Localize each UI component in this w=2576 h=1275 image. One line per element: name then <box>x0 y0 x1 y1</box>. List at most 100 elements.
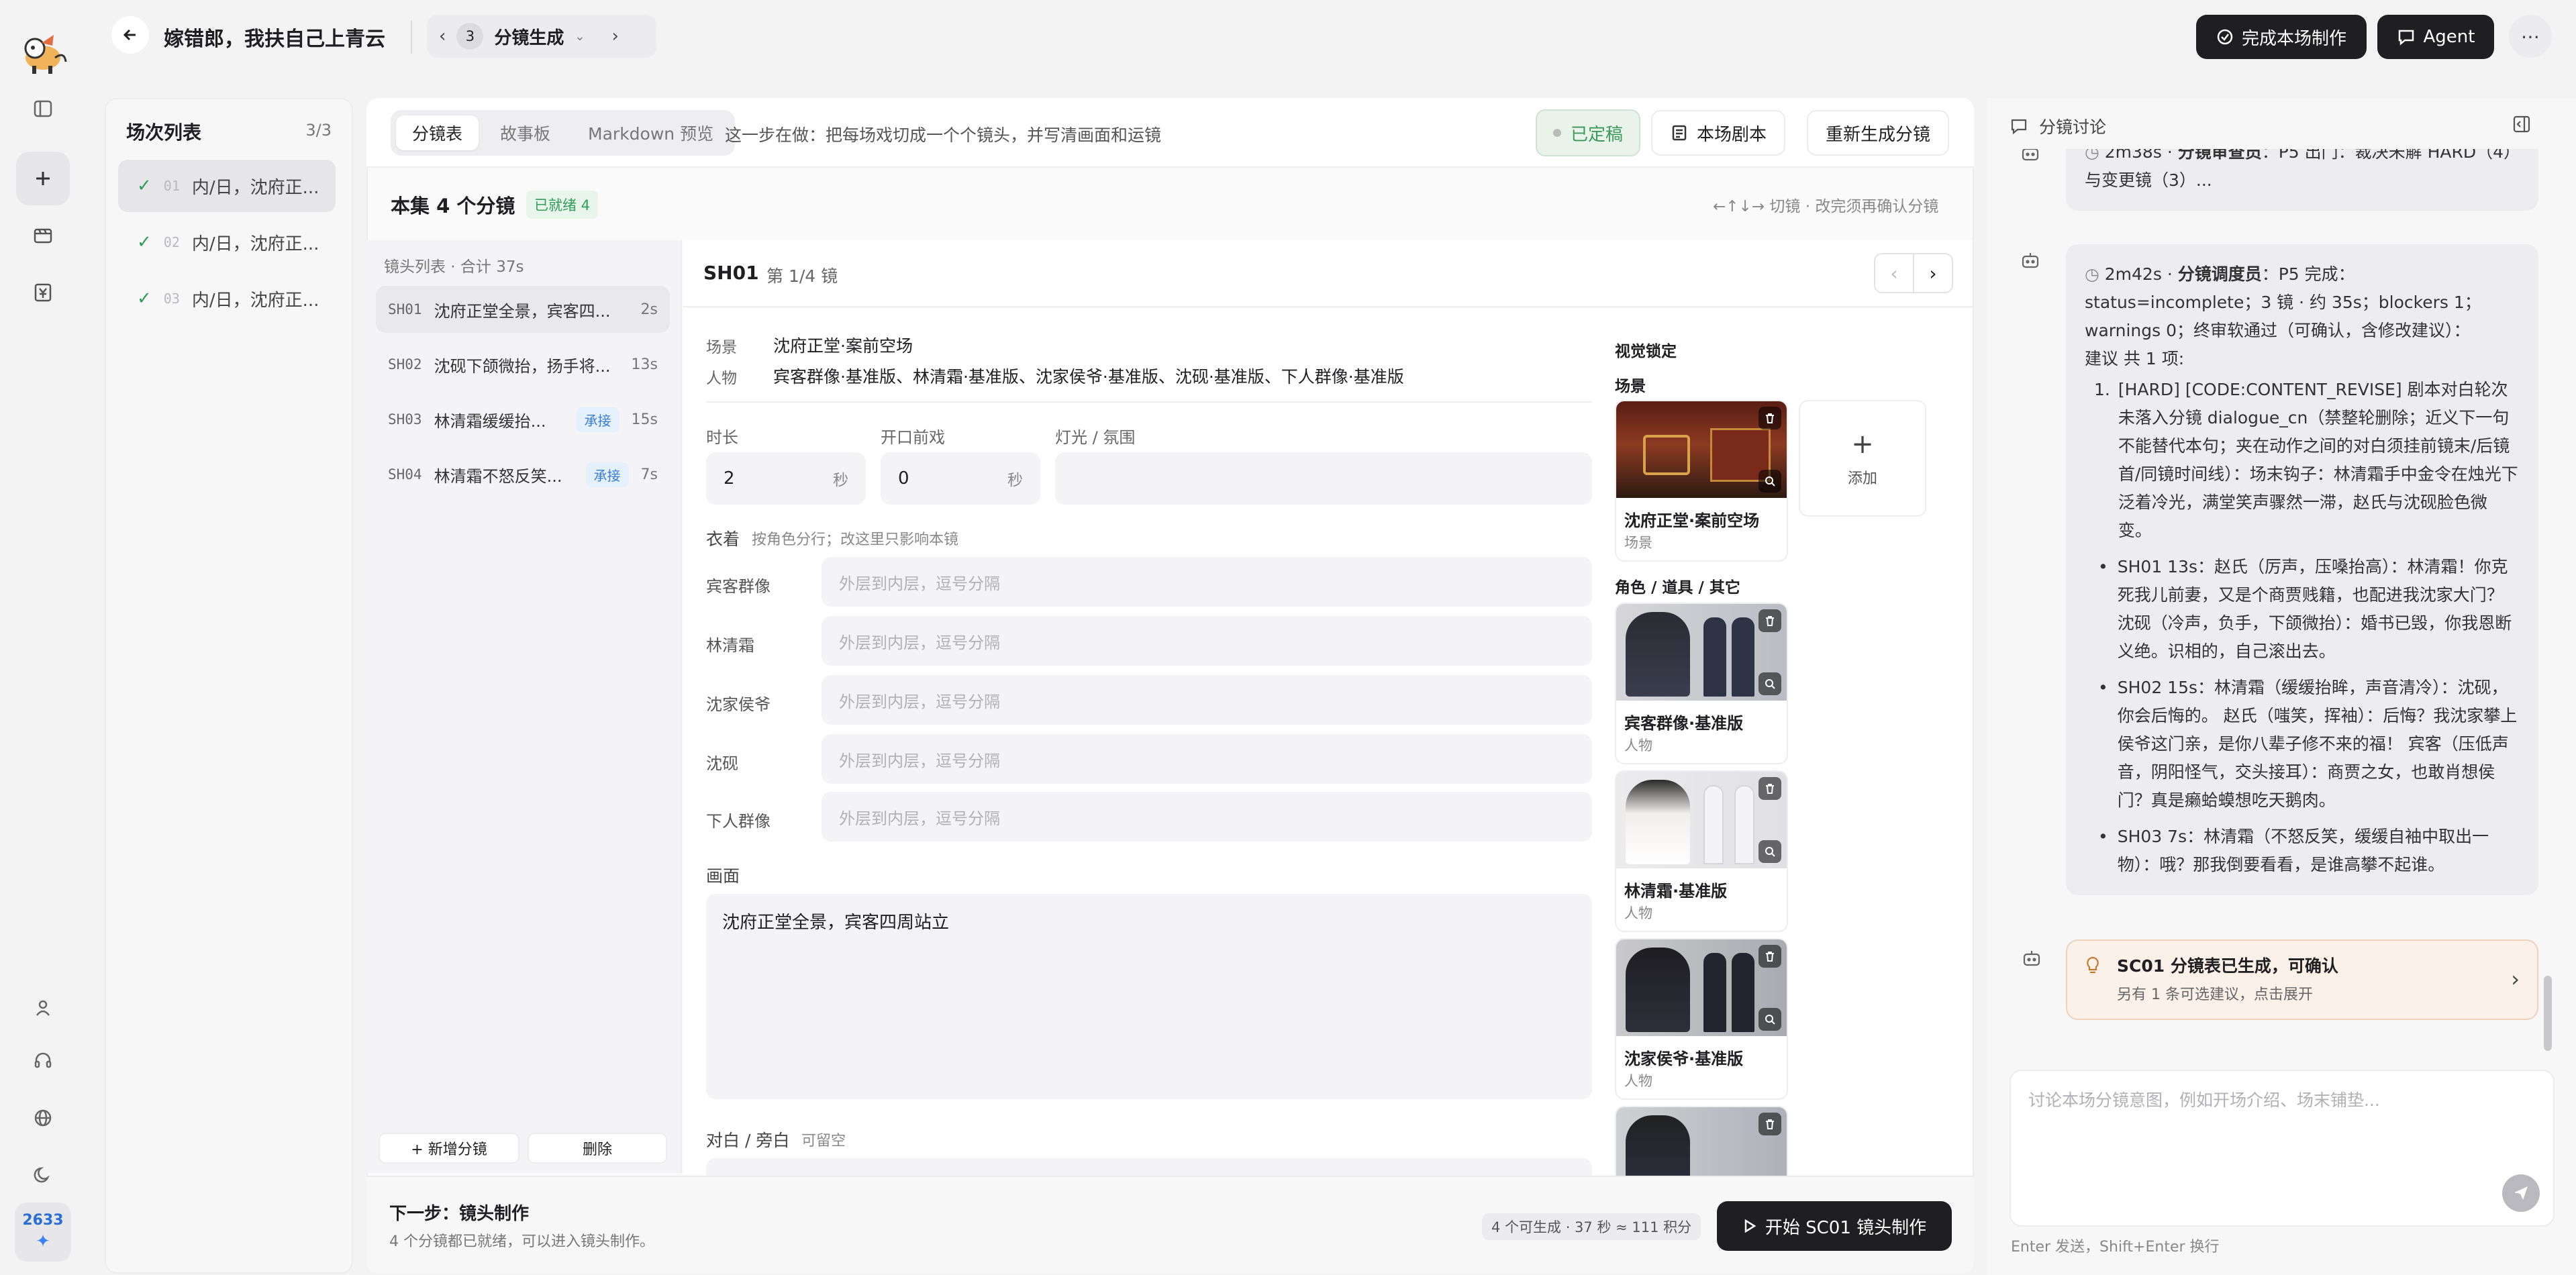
shot-item-sh03[interactable]: SH03 林清霜缓缓抬... 承接 15s <box>376 396 670 443</box>
step-switcher[interactable]: ‹ 3 分镜生成 ⌄ › <box>427 15 656 58</box>
zoom-icon[interactable] <box>1758 840 1781 863</box>
trash-icon[interactable] <box>1758 945 1781 968</box>
chevron-right-icon: › <box>2511 966 2520 992</box>
sidebar-toggle-icon[interactable] <box>16 82 70 136</box>
frame-textarea[interactable]: 沈府正堂全景，宾客四周站立 <box>706 894 1592 1099</box>
projects-icon[interactable] <box>16 208 70 262</box>
scene-list-title: 场次列表 <box>126 121 202 144</box>
user-icon[interactable] <box>16 981 70 1035</box>
check-circle-icon <box>2217 29 2233 45</box>
asset-card-guests[interactable]: 宾客群像·基准版 人物 <box>1615 603 1788 764</box>
back-button[interactable] <box>111 16 149 54</box>
next-step-icon[interactable]: › <box>612 26 619 46</box>
prev-shot-icon[interactable]: ‹ <box>1875 254 1914 292</box>
dark-mode-moon-icon[interactable] <box>16 1148 70 1201</box>
wardrobe-hint: 按角色分行；改这里只影响本镜 <box>752 531 959 548</box>
check-icon: ✓ <box>137 289 152 309</box>
divider <box>411 20 412 54</box>
suggestion-item: 1. [HARD] [CODE:CONTENT_REVISE] 剧本对白轮次未落入… <box>2094 380 2518 540</box>
script-icon <box>1672 125 1687 141</box>
asset-card-partial[interactable] <box>1615 1106 1788 1178</box>
scene-script-label: 本场剧本 <box>1697 124 1767 145</box>
duration-input[interactable]: 2 秒 <box>706 452 866 505</box>
scene-ready-notice[interactable]: SC01 分镜表已生成，可确认 另有 1 条可选建议，点击展开 › <box>2066 939 2538 1020</box>
chat-input-box[interactable]: 讨论本场分镜意图，例如开场介绍、场末铺垫... <box>2010 1070 2555 1227</box>
sparkle-icon: ✦ <box>36 1231 50 1252</box>
language-globe-icon[interactable] <box>16 1091 70 1145</box>
scene-field-value: 沈府正堂·案前空场 <box>773 336 913 356</box>
shot-item-sh04[interactable]: SH04 林清霜不怒反笑... 承接 7s <box>376 451 670 498</box>
shots-summary-title: 本集 4 个分镜 <box>391 195 515 217</box>
scene-item-03[interactable]: ✓ 03 内/日，沈府正... <box>118 272 336 325</box>
scene-script-button[interactable]: 本场剧本 <box>1651 110 1786 156</box>
finalized-status-button[interactable]: 已定稿 <box>1536 109 1641 156</box>
send-button[interactable] <box>2502 1174 2540 1212</box>
duration-label: 时长 <box>706 428 738 447</box>
clock-icon: ◷ <box>2085 149 2105 162</box>
agent-label: Agent <box>2423 27 2475 47</box>
add-asset-button[interactable]: + 添加 <box>1799 400 1926 517</box>
complete-scene-button[interactable]: 完成本场制作 <box>2196 15 2367 59</box>
new-project-button[interactable] <box>16 152 70 205</box>
billing-icon[interactable] <box>16 266 70 319</box>
agent-button[interactable]: Agent <box>2377 15 2494 59</box>
detail-shot-id: SH01 <box>703 262 759 284</box>
chat-scrollbar[interactable] <box>2544 976 2552 1051</box>
wardrobe-input[interactable]: 外层到内层，逗号分隔 <box>822 557 1592 607</box>
start-shot-production-label: 开始 SC01 镜头制作 <box>1765 1217 1927 1238</box>
shot-pager: ‹ › <box>1874 253 1953 293</box>
send-icon <box>2514 1186 2528 1200</box>
tab-markdown-preview[interactable]: Markdown 预览 <box>572 115 730 150</box>
credits-badge[interactable]: 2633 ✦ <box>15 1203 71 1262</box>
status-dot <box>1553 129 1561 137</box>
character-thumbnail <box>1616 604 1787 701</box>
support-headset-icon[interactable] <box>16 1033 70 1087</box>
add-shot-button[interactable]: + 新增分镜 <box>379 1133 519 1164</box>
asset-card-scene[interactable]: 沈府正堂·案前空场 场景 <box>1615 400 1788 562</box>
dialog-hint: 可留空 <box>801 1133 846 1150</box>
pre-acting-input[interactable]: 0 秒 <box>881 452 1040 505</box>
character-thumbnail <box>1616 772 1787 868</box>
start-shot-production-button[interactable]: 开始 SC01 镜头制作 <box>1717 1201 1952 1251</box>
app-logo[interactable] <box>15 23 71 79</box>
chat-title: 分镜讨论 <box>2039 117 2107 137</box>
notice-subtitle: 另有 1 条可选建议，点击展开 <box>2117 986 2313 1003</box>
chevron-down-icon[interactable]: ⌄ <box>575 30 585 44</box>
shot-item-sh01[interactable]: SH01 沈府正堂全景，宾客四... 2s <box>376 286 670 333</box>
asset-card-marquis[interactable]: 沈家侯爷·基准版 人物 <box>1615 938 1788 1100</box>
lighting-input[interactable] <box>1055 452 1592 505</box>
prev-step-icon[interactable]: ‹ <box>439 26 446 46</box>
regenerate-shots-button[interactable]: 重新生成分镜 <box>1807 110 1950 156</box>
shot-item-sh02[interactable]: SH02 沈砚下颌微抬，扬手将... 13s <box>376 341 670 388</box>
chat-input-placeholder: 讨论本场分镜意图，例如开场介绍、场末铺垫... <box>2028 1090 2380 1110</box>
zoom-icon[interactable] <box>1758 1008 1781 1031</box>
wardrobe-input[interactable]: 外层到内层，逗号分隔 <box>822 734 1592 784</box>
trash-icon[interactable] <box>1758 1113 1781 1135</box>
tab-storyboard[interactable]: 故事板 <box>484 115 566 150</box>
wardrobe-input[interactable]: 外层到内层，逗号分隔 <box>822 792 1592 842</box>
wardrobe-input[interactable]: 外层到内层，逗号分隔 <box>822 616 1592 666</box>
people-field-value: 宾客群像·基准版、林清霜·基准版、沈家侯爷·基准版、沈砚·基准版、下人群像·基准… <box>773 367 1404 387</box>
trash-icon[interactable] <box>1758 609 1781 632</box>
wardrobe-input[interactable]: 外层到内层，逗号分隔 <box>822 675 1592 725</box>
zoom-icon[interactable] <box>1758 672 1781 695</box>
clock-icon: ◷ <box>2085 264 2105 284</box>
trash-icon[interactable] <box>1758 777 1781 800</box>
tab-shot-table[interactable]: 分镜表 <box>396 115 479 150</box>
project-title: 嫁错郎，我扶自己上青云 <box>164 28 385 51</box>
bot-icon <box>2020 949 2047 976</box>
ready-badge: 已就绪 4 <box>526 191 599 219</box>
bot-icon <box>2019 149 2046 170</box>
collapse-panel-icon[interactable] <box>2512 114 2532 134</box>
next-shot-icon[interactable]: › <box>1914 254 1952 292</box>
dialog-bullet: • SH02 15s：林清霜（缓缓抬眸，声音清冷）：沈砚，你会后悔的。 赵氏（嗤笑… <box>2098 678 2518 810</box>
zoom-icon[interactable] <box>1758 470 1781 493</box>
scene-item-02[interactable]: ✓ 02 内/日，沈府正... <box>118 216 336 268</box>
scene-field-label: 场景 <box>706 339 737 356</box>
asset-card-lin[interactable]: 林清霜·基准版 人物 <box>1615 770 1788 932</box>
delete-shot-button[interactable]: 删除 <box>528 1133 667 1164</box>
more-menu-icon[interactable]: ⋯ <box>2509 15 2552 58</box>
trash-icon[interactable] <box>1758 407 1781 429</box>
scene-item-01[interactable]: ✓ 01 内/日，沈府正... <box>118 160 336 212</box>
lighting-label: 灯光 / 氛围 <box>1055 428 1136 447</box>
